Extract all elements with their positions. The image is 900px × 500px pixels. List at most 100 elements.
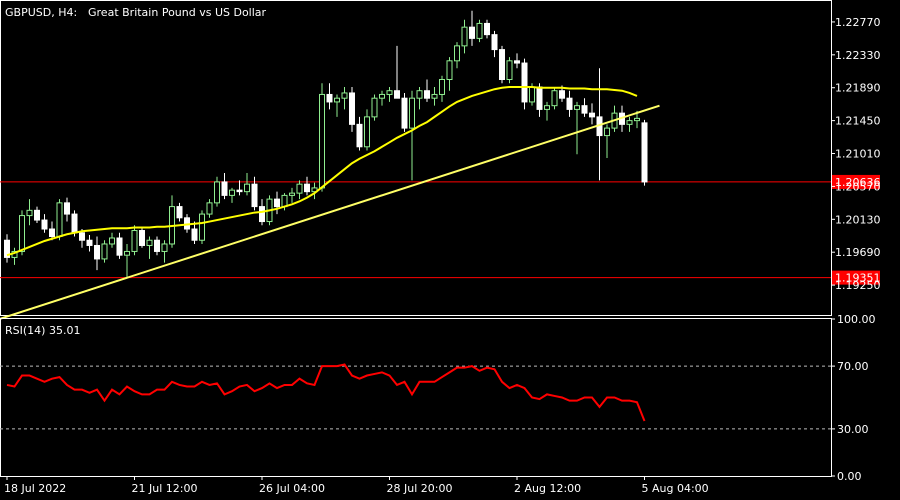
candle-body xyxy=(551,90,558,107)
candle-body xyxy=(424,90,430,99)
candle-body xyxy=(34,209,40,221)
candle-body xyxy=(626,120,633,125)
candle-body xyxy=(589,112,595,118)
candle-body xyxy=(176,206,183,219)
time-axis-label: 26 Jul 04:00 xyxy=(259,482,325,495)
price-axis-label: 1.20570 xyxy=(835,180,881,193)
candle-body xyxy=(401,97,408,129)
candle-body xyxy=(199,213,205,241)
candle-body xyxy=(431,93,438,99)
candle-body xyxy=(484,22,490,36)
candle-body xyxy=(416,90,423,99)
time-axis-label: 21 Jul 12:00 xyxy=(132,482,198,495)
candle-body xyxy=(281,194,288,208)
candle-body xyxy=(334,97,340,103)
candle-body xyxy=(161,243,168,252)
rsi-axis-label: 100.00 xyxy=(837,313,876,326)
price-axis-label: 1.20130 xyxy=(835,213,881,226)
price-axis-label: 1.22330 xyxy=(835,49,881,62)
candle-body xyxy=(559,90,565,99)
candle-body xyxy=(109,237,115,245)
candle-body xyxy=(206,202,213,215)
candle-body xyxy=(214,181,220,204)
price-axis-label: 1.19250 xyxy=(835,279,881,292)
candle-body xyxy=(379,93,385,99)
candle-body xyxy=(139,230,145,246)
candle-body xyxy=(274,198,280,208)
candle-body xyxy=(574,105,580,110)
candle-body xyxy=(259,206,265,223)
candle xyxy=(319,83,325,192)
candle xyxy=(199,210,205,244)
price-axis-label: 1.19690 xyxy=(835,246,881,259)
candle xyxy=(506,57,513,84)
time-axis-label: 18 Jul 2022 xyxy=(4,482,66,495)
candle-body xyxy=(154,239,160,252)
candle-body xyxy=(146,239,153,246)
candle-body xyxy=(124,250,130,256)
candle-body xyxy=(461,26,468,47)
candle-body xyxy=(79,232,85,241)
candle xyxy=(551,86,558,110)
chart-symbol-description: Great Britain Pound vs US Dollar xyxy=(88,6,267,19)
candle-body xyxy=(349,92,355,125)
chart-symbol-timeframe: GBPUSD, H4: xyxy=(5,6,77,19)
candle-body xyxy=(536,86,543,110)
candle-body xyxy=(236,189,243,193)
candle-body xyxy=(521,62,528,103)
candle-body xyxy=(49,228,55,237)
candle-body xyxy=(491,34,498,51)
candle-body xyxy=(296,183,303,194)
rsi-axis-label: 0.00 xyxy=(837,470,862,483)
candle-body xyxy=(566,97,573,110)
candle-body xyxy=(229,189,235,196)
candle-body xyxy=(386,90,393,95)
candle-body xyxy=(371,97,378,118)
candle-body xyxy=(101,243,108,260)
candle-body xyxy=(71,213,78,234)
candle-body xyxy=(446,60,453,80)
candle-body xyxy=(64,202,70,215)
candle-body xyxy=(19,215,25,252)
time-axis-label: 5 Aug 04:00 xyxy=(642,482,709,495)
candle-body xyxy=(469,26,475,39)
candle-body xyxy=(341,92,348,99)
candle-body xyxy=(319,93,325,189)
candle-body xyxy=(244,183,250,193)
candle-body xyxy=(191,228,198,241)
time-axis-label: 2 Aug 12:00 xyxy=(514,482,581,495)
price-axis-label: 1.21010 xyxy=(835,148,881,161)
candle-body xyxy=(604,127,610,137)
candle-body xyxy=(221,181,228,196)
candle-body xyxy=(356,123,363,148)
price-axis-label: 1.21890 xyxy=(835,82,881,95)
price-axis[interactable]: 1.22770 1.22330 1.21890 1.21450 1.21010 1.205… xyxy=(831,16,881,292)
candle-body xyxy=(506,60,513,80)
time-axis-label: 28 Jul 20:00 xyxy=(387,482,453,495)
candle-body xyxy=(514,60,520,64)
candle-body xyxy=(86,239,93,246)
candle-body xyxy=(409,97,415,129)
candle-body xyxy=(116,237,123,256)
candle xyxy=(401,92,408,132)
candle-body xyxy=(641,122,648,183)
candle-body xyxy=(499,49,505,80)
candle-body xyxy=(529,86,535,103)
candle-body xyxy=(364,116,370,148)
candle-body xyxy=(289,192,295,196)
candle-body xyxy=(581,105,588,114)
price-axis-label: 1.21450 xyxy=(835,115,881,128)
candle-body xyxy=(26,209,33,217)
rsi-axis-label: 30.00 xyxy=(837,423,869,436)
price-chart[interactable]: 1.206361.19351 GBPUSD, H4: Great Britain… xyxy=(0,0,900,500)
candle-body xyxy=(41,219,48,230)
rsi-indicator-label: RSI(14) 35.01 xyxy=(5,324,80,337)
candle-body xyxy=(439,79,445,95)
candle xyxy=(371,94,378,121)
candle-body xyxy=(544,105,550,110)
candle xyxy=(139,227,145,248)
candle-body xyxy=(304,183,310,193)
candle-body xyxy=(394,90,400,99)
candle xyxy=(521,58,528,110)
candle xyxy=(476,19,483,43)
